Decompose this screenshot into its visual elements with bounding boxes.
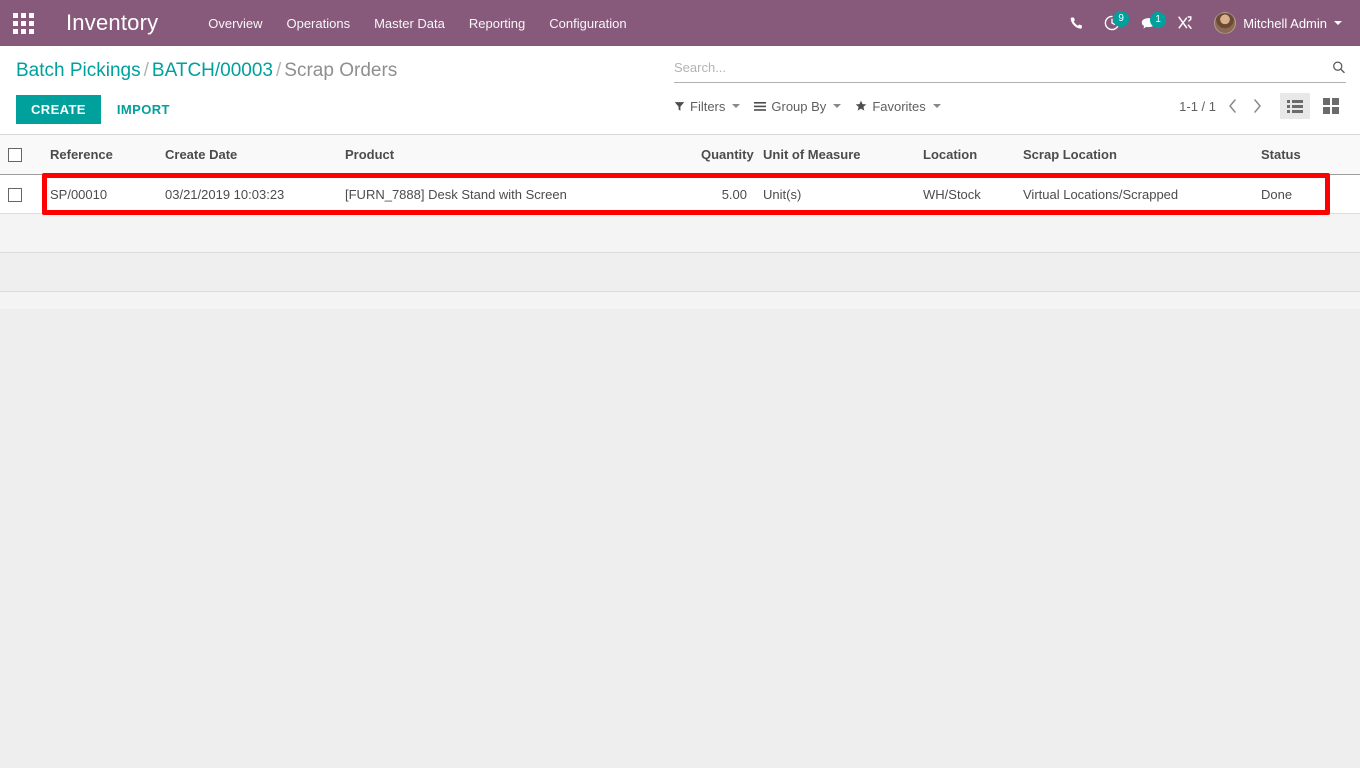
scrap-orders-table: Reference Create Date Product Quantity U… bbox=[0, 135, 1360, 309]
list-view-button[interactable] bbox=[1280, 93, 1310, 119]
table-filler-row bbox=[0, 253, 1360, 292]
table-row[interactable]: SP/00010 03/21/2019 10:03:23 [FURN_7888]… bbox=[0, 175, 1360, 214]
funnel-icon bbox=[674, 101, 685, 112]
phone-icon bbox=[1069, 16, 1084, 31]
control-panel-right: Filters Group By bbox=[660, 46, 1360, 127]
breadcrumb: Batch Pickings/BATCH/00003/Scrap Orders bbox=[16, 60, 660, 83]
column-header-product[interactable]: Product bbox=[337, 135, 693, 175]
create-button[interactable]: CREATE bbox=[16, 95, 101, 124]
cell-create-date: 03/21/2019 10:03:23 bbox=[157, 175, 337, 214]
menu-item-operations[interactable]: Operations bbox=[274, 10, 362, 37]
cell-quantity: 5.00 bbox=[693, 175, 755, 214]
bars-icon bbox=[754, 101, 766, 112]
chevron-down-icon bbox=[833, 104, 841, 108]
messages-button[interactable]: 1 bbox=[1131, 10, 1166, 37]
user-menu-button[interactable]: Mitchell Admin bbox=[1204, 8, 1348, 38]
app-shell: Inventory Overview Operations Master Dat… bbox=[0, 0, 1360, 768]
pager-next-button[interactable] bbox=[1249, 99, 1266, 113]
cell-location: WH/Stock bbox=[915, 175, 1015, 214]
menu-item-master-data[interactable]: Master Data bbox=[362, 10, 457, 37]
pager: 1-1 / 1 bbox=[1179, 93, 1346, 119]
menu-item-configuration[interactable]: Configuration bbox=[537, 10, 638, 37]
table-head: Reference Create Date Product Quantity U… bbox=[0, 135, 1360, 175]
table-filler-row bbox=[0, 214, 1360, 253]
scrap-orders-list: Reference Create Date Product Quantity U… bbox=[0, 135, 1360, 309]
pager-previous-button[interactable] bbox=[1224, 99, 1241, 113]
filler-cell bbox=[0, 214, 1360, 253]
apps-grid-icon bbox=[13, 13, 34, 34]
column-header-status[interactable]: Status bbox=[1253, 135, 1360, 175]
control-panel: Batch Pickings/BATCH/00003/Scrap Orders … bbox=[0, 46, 1360, 135]
main-menu: Overview Operations Master Data Reportin… bbox=[196, 10, 638, 37]
search-icon[interactable] bbox=[1325, 60, 1346, 75]
user-avatar bbox=[1214, 12, 1236, 34]
chevron-left-icon bbox=[1228, 99, 1237, 113]
table-filler-row bbox=[0, 292, 1360, 309]
column-header-reference[interactable]: Reference bbox=[42, 135, 157, 175]
filters-dropdown[interactable]: Filters bbox=[674, 99, 740, 114]
chevron-down-icon bbox=[933, 104, 941, 108]
wrench-tools-icon bbox=[1177, 15, 1193, 31]
menu-item-reporting[interactable]: Reporting bbox=[457, 10, 537, 37]
row-select-cell bbox=[0, 175, 42, 214]
app-brand-title[interactable]: Inventory bbox=[66, 10, 158, 36]
chevron-right-icon bbox=[1253, 99, 1262, 113]
star-icon bbox=[855, 100, 867, 112]
breadcrumb-item-batch-00003[interactable]: BATCH/00003 bbox=[152, 60, 273, 81]
apps-menu-button[interactable] bbox=[0, 0, 46, 46]
cell-reference: SP/00010 bbox=[42, 175, 157, 214]
import-button[interactable]: IMPORT bbox=[111, 95, 176, 124]
kanban-view-icon bbox=[1323, 98, 1339, 114]
cell-status: Done bbox=[1253, 175, 1360, 214]
phone-button[interactable] bbox=[1060, 10, 1093, 37]
activities-button[interactable]: 9 bbox=[1095, 9, 1129, 37]
chevron-down-icon bbox=[732, 104, 740, 108]
action-buttons: CREATE IMPORT bbox=[16, 95, 660, 124]
user-name-label: Mitchell Admin bbox=[1243, 16, 1327, 31]
breadcrumb-item-current: Scrap Orders bbox=[284, 60, 397, 81]
messages-badge: 1 bbox=[1150, 12, 1166, 28]
systray: 9 1 Mitchell Admin bbox=[1060, 8, 1348, 38]
select-all-header bbox=[0, 135, 42, 175]
kanban-view-button[interactable] bbox=[1316, 93, 1346, 119]
search-input[interactable] bbox=[674, 58, 1325, 77]
chevron-down-icon bbox=[1334, 21, 1342, 25]
activities-badge: 9 bbox=[1113, 11, 1129, 27]
breadcrumb-separator-1: / bbox=[144, 60, 149, 81]
select-all-checkbox[interactable] bbox=[8, 148, 22, 162]
developer-tools-button[interactable] bbox=[1168, 9, 1202, 37]
row-checkbox[interactable] bbox=[8, 188, 22, 202]
cell-unit-of-measure: Unit(s) bbox=[755, 175, 915, 214]
search-view bbox=[674, 58, 1346, 83]
view-switcher bbox=[1280, 93, 1346, 119]
group-by-label: Group By bbox=[771, 99, 826, 114]
table-body: SP/00010 03/21/2019 10:03:23 [FURN_7888]… bbox=[0, 175, 1360, 309]
breadcrumb-separator-2: / bbox=[276, 60, 281, 81]
group-by-dropdown[interactable]: Group By bbox=[754, 99, 841, 114]
pager-count: 1-1 / 1 bbox=[1179, 99, 1216, 114]
column-header-location[interactable]: Location bbox=[915, 135, 1015, 175]
cell-scrap-location: Virtual Locations/Scrapped bbox=[1015, 175, 1253, 214]
list-view-icon bbox=[1287, 100, 1303, 113]
breadcrumb-item-batch-pickings[interactable]: Batch Pickings bbox=[16, 60, 141, 81]
filler-cell bbox=[0, 253, 1360, 292]
cell-product: [FURN_7888] Desk Stand with Screen bbox=[337, 175, 693, 214]
top-navbar: Inventory Overview Operations Master Dat… bbox=[0, 0, 1360, 46]
table-header-row: Reference Create Date Product Quantity U… bbox=[0, 135, 1360, 175]
menu-item-overview[interactable]: Overview bbox=[196, 10, 274, 37]
favorites-label: Favorites bbox=[872, 99, 925, 114]
page-background bbox=[0, 309, 1360, 768]
filler-cell bbox=[0, 292, 1360, 309]
column-header-create-date[interactable]: Create Date bbox=[157, 135, 337, 175]
search-dropdowns: Filters Group By bbox=[674, 99, 941, 114]
filters-label: Filters bbox=[690, 99, 725, 114]
favorites-dropdown[interactable]: Favorites bbox=[855, 99, 940, 114]
control-panel-left: Batch Pickings/BATCH/00003/Scrap Orders … bbox=[0, 46, 660, 134]
filter-row: Filters Group By bbox=[674, 93, 1346, 119]
column-header-quantity[interactable]: Quantity bbox=[693, 135, 755, 175]
column-header-scrap-location[interactable]: Scrap Location bbox=[1015, 135, 1253, 175]
column-header-unit-of-measure[interactable]: Unit of Measure bbox=[755, 135, 915, 175]
